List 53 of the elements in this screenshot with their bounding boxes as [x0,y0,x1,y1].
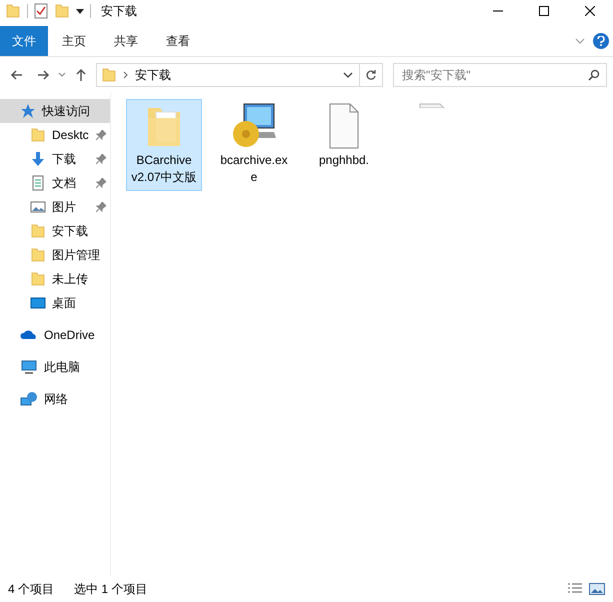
maximize-icon[interactable] [539,6,549,16]
nav-item[interactable]: 桌面 [0,291,110,315]
desktop-icon [30,295,46,311]
nav-item[interactable]: 文档 [0,171,110,195]
expand-ribbon-icon[interactable] [575,38,585,44]
ribbon-tab[interactable]: 共享 [100,26,152,56]
folder-icon [5,3,21,19]
installer-icon [230,102,278,150]
path-segment[interactable]: 安下载 [135,66,171,84]
nav-item[interactable]: Desktc [0,123,110,147]
search-box[interactable]: 搜索"安下载" [393,63,607,87]
picture-icon [30,199,46,215]
file-item[interactable]: bcarchive.exe [216,99,292,191]
nav-item[interactable]: 图片 [0,195,110,219]
computer-icon [20,359,38,375]
properties-icon[interactable] [34,3,48,19]
nav-item[interactable]: 快速访问 [0,99,110,123]
large-icons-view-icon[interactable] [589,583,605,595]
refresh-icon[interactable] [365,69,377,81]
help-icon[interactable] [593,33,609,49]
folder-icon [30,127,46,143]
folder-icon [30,271,46,287]
dropdown-icon[interactable] [343,71,353,79]
details-view-icon[interactable] [567,583,583,595]
ribbon-tab[interactable]: 查看 [152,26,204,56]
download-icon [30,151,46,167]
nav-item[interactable]: OneDrive [0,323,110,347]
file-item[interactable]: BCarchive v2.07中文版 [126,99,202,191]
folder-icon [30,247,46,263]
ribbon-tab[interactable]: 文件 [0,26,48,56]
search-icon[interactable] [588,69,600,81]
recent-dropdown-icon[interactable] [58,72,66,78]
folder-icon [101,67,117,83]
window-title: 安下载 [101,2,137,20]
ribbon-tab[interactable]: 主页 [48,26,100,56]
new-folder-icon [54,3,70,19]
network-icon [20,391,38,407]
chevron-icon [123,71,129,79]
nav-item[interactable]: 未上传 [0,267,110,291]
file-item[interactable]: pnghhbd. [306,99,382,174]
nav-item[interactable]: 网络 [0,387,110,411]
nav-item[interactable]: 图片管理 [0,243,110,267]
selection-count: 选中 1 个项目 [74,580,148,598]
close-icon[interactable] [585,6,595,16]
document-icon [30,175,46,191]
item-count: 4 个项目 [8,580,54,598]
nav-item[interactable]: 下载 [0,147,110,171]
nav-item[interactable]: 此电脑 [0,355,110,379]
dropdown-icon[interactable] [76,7,84,15]
nav-item[interactable]: 安下载 [0,219,110,243]
star-icon [20,103,36,119]
folder-icon [30,223,46,239]
address-bar[interactable]: 安下载 [96,63,383,87]
